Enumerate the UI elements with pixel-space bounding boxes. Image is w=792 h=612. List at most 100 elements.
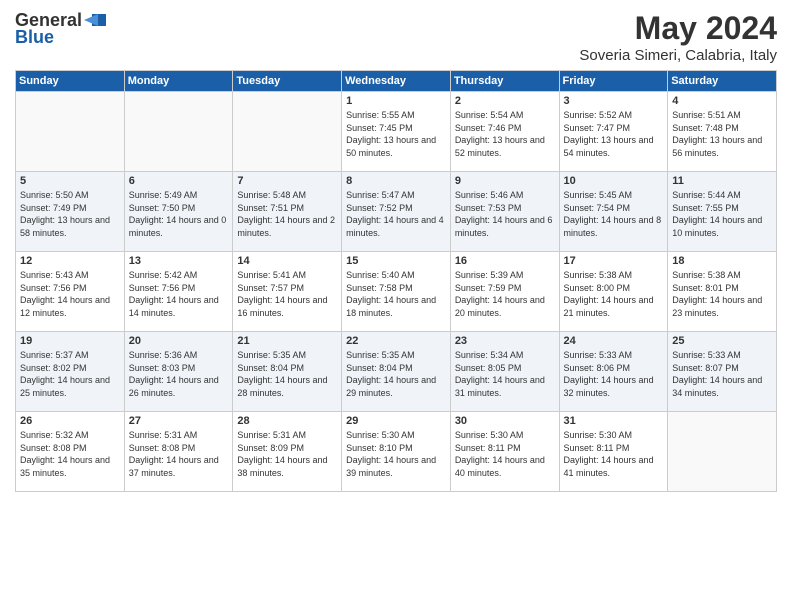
day-number: 1 [346,95,446,107]
day-number: 14 [237,255,337,267]
table-row: 7 Sunrise: 5:48 AMSunset: 7:51 PMDaylight… [233,172,342,252]
table-row: 24 Sunrise: 5:33 AMSunset: 8:06 PMDayligh… [559,332,668,412]
day-number: 7 [237,175,337,187]
table-row: 12 Sunrise: 5:43 AMSunset: 7:56 PMDayligh… [16,252,125,332]
table-row: 14 Sunrise: 5:41 AMSunset: 7:57 PMDayligh… [233,252,342,332]
weekday-header-thursday: Thursday [450,71,559,92]
logo-icon [84,12,106,30]
day-info: Sunrise: 5:38 AMSunset: 8:01 PMDaylight:… [672,269,772,319]
day-info: Sunrise: 5:40 AMSunset: 7:58 PMDaylight:… [346,269,446,319]
day-info: Sunrise: 5:33 AMSunset: 8:07 PMDaylight:… [672,349,772,399]
table-row: 16 Sunrise: 5:39 AMSunset: 7:59 PMDayligh… [450,252,559,332]
table-row: 18 Sunrise: 5:38 AMSunset: 8:01 PMDayligh… [668,252,777,332]
location-title: Soveria Simeri, Calabria, Italy [579,47,777,64]
day-info: Sunrise: 5:37 AMSunset: 8:02 PMDaylight:… [20,349,120,399]
day-number: 24 [564,335,664,347]
table-row: 2Sunrise: 5:54 AMSunset: 7:46 PMDaylight… [450,92,559,172]
day-info: Sunrise: 5:33 AMSunset: 8:06 PMDaylight:… [564,349,664,399]
day-number: 3 [564,95,664,107]
day-info: Sunrise: 5:48 AMSunset: 7:51 PMDaylight:… [237,189,337,239]
day-info: Sunrise: 5:42 AMSunset: 7:56 PMDaylight:… [129,269,229,319]
day-info: Sunrise: 5:35 AMSunset: 8:04 PMDaylight:… [346,349,446,399]
day-info: Sunrise: 5:54 AMSunset: 7:46 PMDaylight:… [455,109,555,159]
table-row: 26 Sunrise: 5:32 AMSunset: 8:08 PMDayligh… [16,412,125,492]
table-row: 31 Sunrise: 5:30 AMSunset: 8:11 PMDayligh… [559,412,668,492]
header-area: General Blue May 2024 Soveria Simeri, Ca… [15,10,777,64]
day-info: Sunrise: 5:43 AMSunset: 7:56 PMDaylight:… [20,269,120,319]
table-row: 10Sunrise: 5:45 AMSunset: 7:54 PMDayligh… [559,172,668,252]
day-number: 9 [455,175,555,187]
day-number: 6 [129,175,229,187]
day-info: Sunrise: 5:35 AMSunset: 8:04 PMDaylight:… [237,349,337,399]
calendar: SundayMondayTuesdayWednesdayThursdayFrid… [15,70,777,492]
day-info: Sunrise: 5:47 AMSunset: 7:52 PMDaylight:… [346,189,446,239]
day-number: 11 [672,175,772,187]
table-row: 5 Sunrise: 5:50 AMSunset: 7:49 PMDaylight… [16,172,125,252]
logo-blue: Blue [15,27,54,48]
table-row: 23 Sunrise: 5:34 AMSunset: 8:05 PMDayligh… [450,332,559,412]
day-info: Sunrise: 5:52 AMSunset: 7:47 PMDaylight:… [564,109,664,159]
table-row: 30Sunrise: 5:30 AMSunset: 8:11 PMDayligh… [450,412,559,492]
day-number: 16 [455,255,555,267]
day-number: 4 [672,95,772,107]
table-row: 22 Sunrise: 5:35 AMSunset: 8:04 PMDayligh… [342,332,451,412]
table-row: 3 Sunrise: 5:52 AMSunset: 7:47 PMDaylight… [559,92,668,172]
day-info: Sunrise: 5:34 AMSunset: 8:05 PMDaylight:… [455,349,555,399]
day-number: 25 [672,335,772,347]
day-number: 21 [237,335,337,347]
table-row: 9 Sunrise: 5:46 AMSunset: 7:53 PMDaylight… [450,172,559,252]
day-number: 29 [346,415,446,427]
day-number: 28 [237,415,337,427]
day-info: Sunrise: 5:31 AMSunset: 8:08 PMDaylight:… [129,429,229,479]
table-row: 13 Sunrise: 5:42 AMSunset: 7:56 PMDayligh… [124,252,233,332]
table-row: 1 Sunrise: 5:55 AMSunset: 7:45 PMDaylight… [342,92,451,172]
table-row: 20 Sunrise: 5:36 AMSunset: 8:03 PMDayligh… [124,332,233,412]
day-info: Sunrise: 5:38 AMSunset: 8:00 PMDaylight:… [564,269,664,319]
table-row [233,92,342,172]
day-info: Sunrise: 5:30 AMSunset: 8:10 PMDaylight:… [346,429,446,479]
day-info: Sunrise: 5:36 AMSunset: 8:03 PMDaylight:… [129,349,229,399]
day-info: Sunrise: 5:41 AMSunset: 7:57 PMDaylight:… [237,269,337,319]
day-number: 20 [129,335,229,347]
day-number: 13 [129,255,229,267]
day-number: 17 [564,255,664,267]
weekday-header-tuesday: Tuesday [233,71,342,92]
day-number: 19 [20,335,120,347]
table-row: 27 Sunrise: 5:31 AMSunset: 8:08 PMDayligh… [124,412,233,492]
day-number: 12 [20,255,120,267]
calendar-week-row: 26 Sunrise: 5:32 AMSunset: 8:08 PMDayligh… [16,412,777,492]
table-row: 11 Sunrise: 5:44 AMSunset: 7:55 PMDayligh… [668,172,777,252]
day-info: Sunrise: 5:30 AMSunset: 8:11 PMDaylight:… [564,429,664,479]
table-row: 8Sunrise: 5:47 AMSunset: 7:52 PMDaylight… [342,172,451,252]
table-row [124,92,233,172]
day-info: Sunrise: 5:46 AMSunset: 7:53 PMDaylight:… [455,189,555,239]
day-number: 18 [672,255,772,267]
day-number: 31 [564,415,664,427]
day-info: Sunrise: 5:32 AMSunset: 8:08 PMDaylight:… [20,429,120,479]
day-number: 22 [346,335,446,347]
day-number: 23 [455,335,555,347]
month-title: May 2024 [579,10,777,47]
day-info: Sunrise: 5:31 AMSunset: 8:09 PMDaylight:… [237,429,337,479]
calendar-week-row: 19 Sunrise: 5:37 AMSunset: 8:02 PMDayligh… [16,332,777,412]
weekday-header-row: SundayMondayTuesdayWednesdayThursdayFrid… [16,71,777,92]
day-info: Sunrise: 5:55 AMSunset: 7:45 PMDaylight:… [346,109,446,159]
table-row: 15 Sunrise: 5:40 AMSunset: 7:58 PMDayligh… [342,252,451,332]
weekday-header-saturday: Saturday [668,71,777,92]
weekday-header-wednesday: Wednesday [342,71,451,92]
table-row: 19 Sunrise: 5:37 AMSunset: 8:02 PMDayligh… [16,332,125,412]
day-number: 15 [346,255,446,267]
day-number: 5 [20,175,120,187]
table-row: 25 Sunrise: 5:33 AMSunset: 8:07 PMDayligh… [668,332,777,412]
day-number: 26 [20,415,120,427]
day-number: 10 [564,175,664,187]
day-number: 30 [455,415,555,427]
title-area: May 2024 Soveria Simeri, Calabria, Italy [579,10,777,64]
day-info: Sunrise: 5:39 AMSunset: 7:59 PMDaylight:… [455,269,555,319]
day-info: Sunrise: 5:51 AMSunset: 7:48 PMDaylight:… [672,109,772,159]
page: General Blue May 2024 Soveria Simeri, Ca… [0,0,792,612]
weekday-header-friday: Friday [559,71,668,92]
day-info: Sunrise: 5:50 AMSunset: 7:49 PMDaylight:… [20,189,120,239]
day-info: Sunrise: 5:44 AMSunset: 7:55 PMDaylight:… [672,189,772,239]
day-number: 27 [129,415,229,427]
